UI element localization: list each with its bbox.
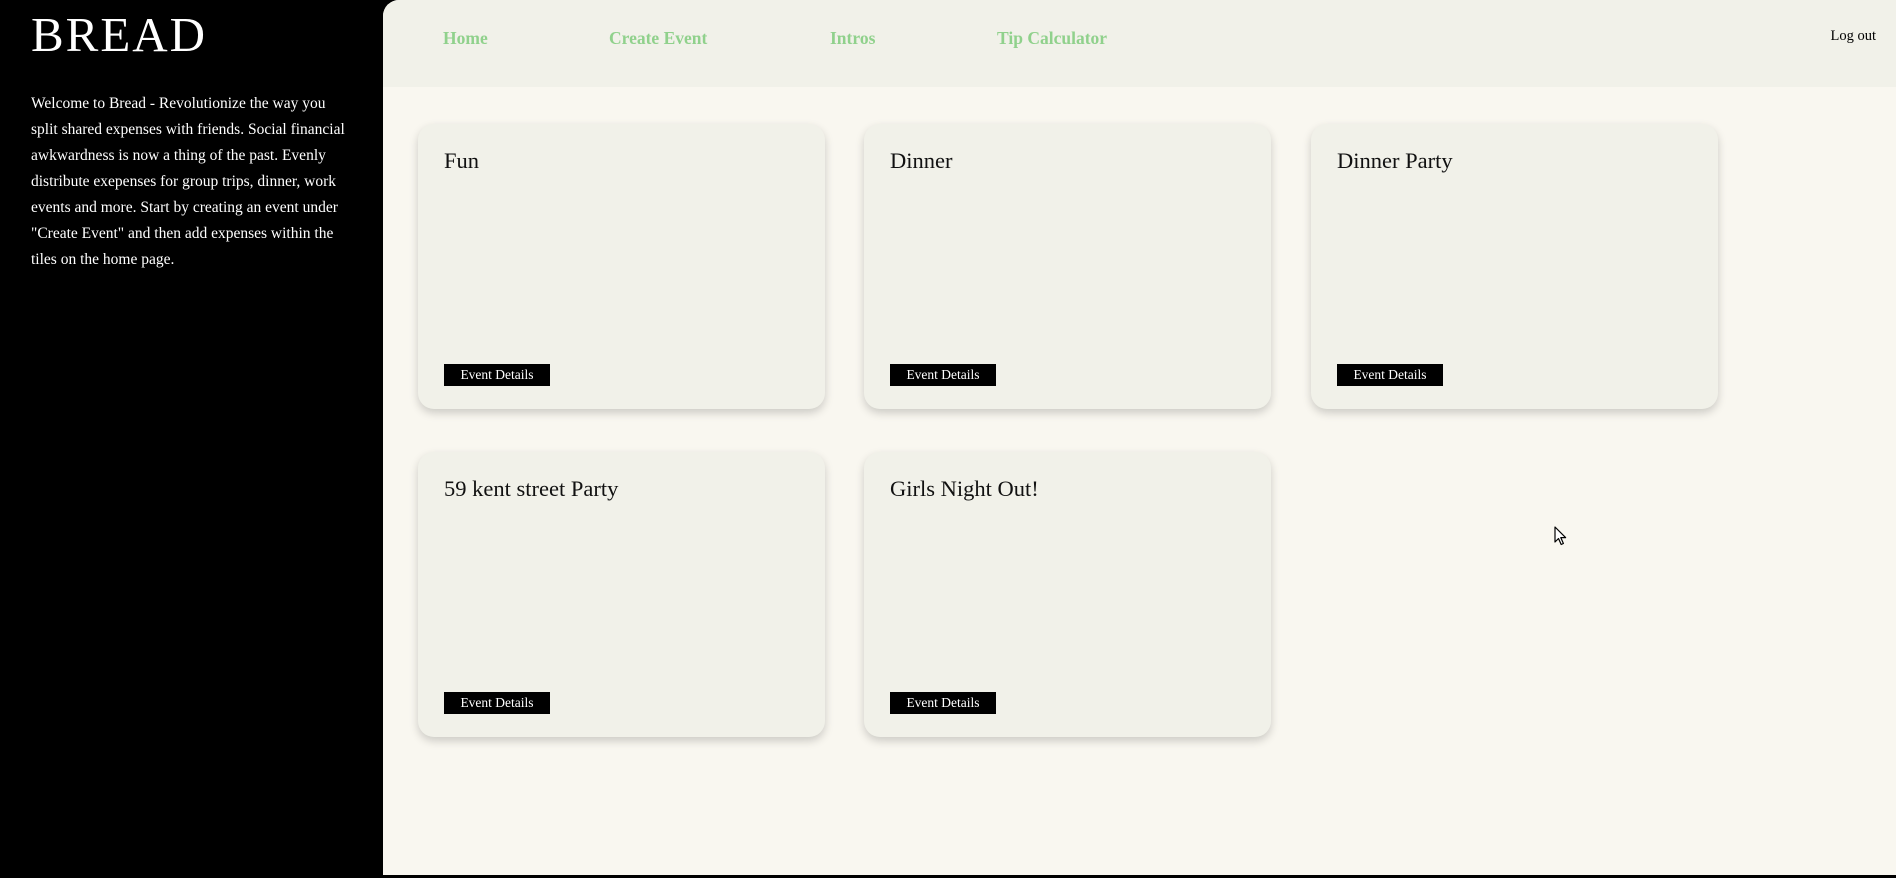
event-details-button[interactable]: Event Details [890, 692, 996, 714]
nav-tip-calculator-link[interactable]: Tip Calculator [997, 28, 1107, 49]
app-window: BREAD Welcome to Bread - Revolutionize t… [0, 0, 1896, 878]
event-card: Girls Night Out! Event Details [864, 452, 1271, 737]
brand-logo: BREAD [31, 7, 208, 62]
top-nav-bar: Home Create Event Intros Tip Calculator … [383, 0, 1896, 87]
mouse-pointer-icon [1554, 526, 1567, 546]
event-card: Fun Event Details [418, 124, 825, 409]
event-title: 59 kent street Party [444, 476, 619, 501]
welcome-text: Welcome to Bread - Revolutionize the way… [31, 95, 345, 268]
event-title: Fun [444, 148, 480, 173]
event-title: Girls Night Out! [890, 476, 1039, 501]
event-title: Dinner Party [1337, 148, 1453, 173]
main-content: Home Create Event Intros Tip Calculator … [383, 0, 1896, 875]
sidebar: BREAD Welcome to Bread - Revolutionize t… [0, 0, 383, 878]
logout-button[interactable]: Log out [1830, 28, 1876, 45]
event-card: 59 kent street Party Event Details [418, 452, 825, 737]
event-details-button[interactable]: Event Details [890, 364, 996, 386]
event-card: Dinner Event Details [864, 124, 1271, 409]
nav-intros-link[interactable]: Intros [830, 28, 875, 49]
event-title: Dinner [890, 148, 953, 173]
nav-create-event-link[interactable]: Create Event [609, 28, 707, 49]
event-details-button[interactable]: Event Details [1337, 364, 1443, 386]
event-card: Dinner Party Event Details [1311, 124, 1718, 409]
nav-home-link[interactable]: Home [443, 28, 488, 49]
event-details-button[interactable]: Event Details [444, 692, 550, 714]
event-details-button[interactable]: Event Details [444, 364, 550, 386]
